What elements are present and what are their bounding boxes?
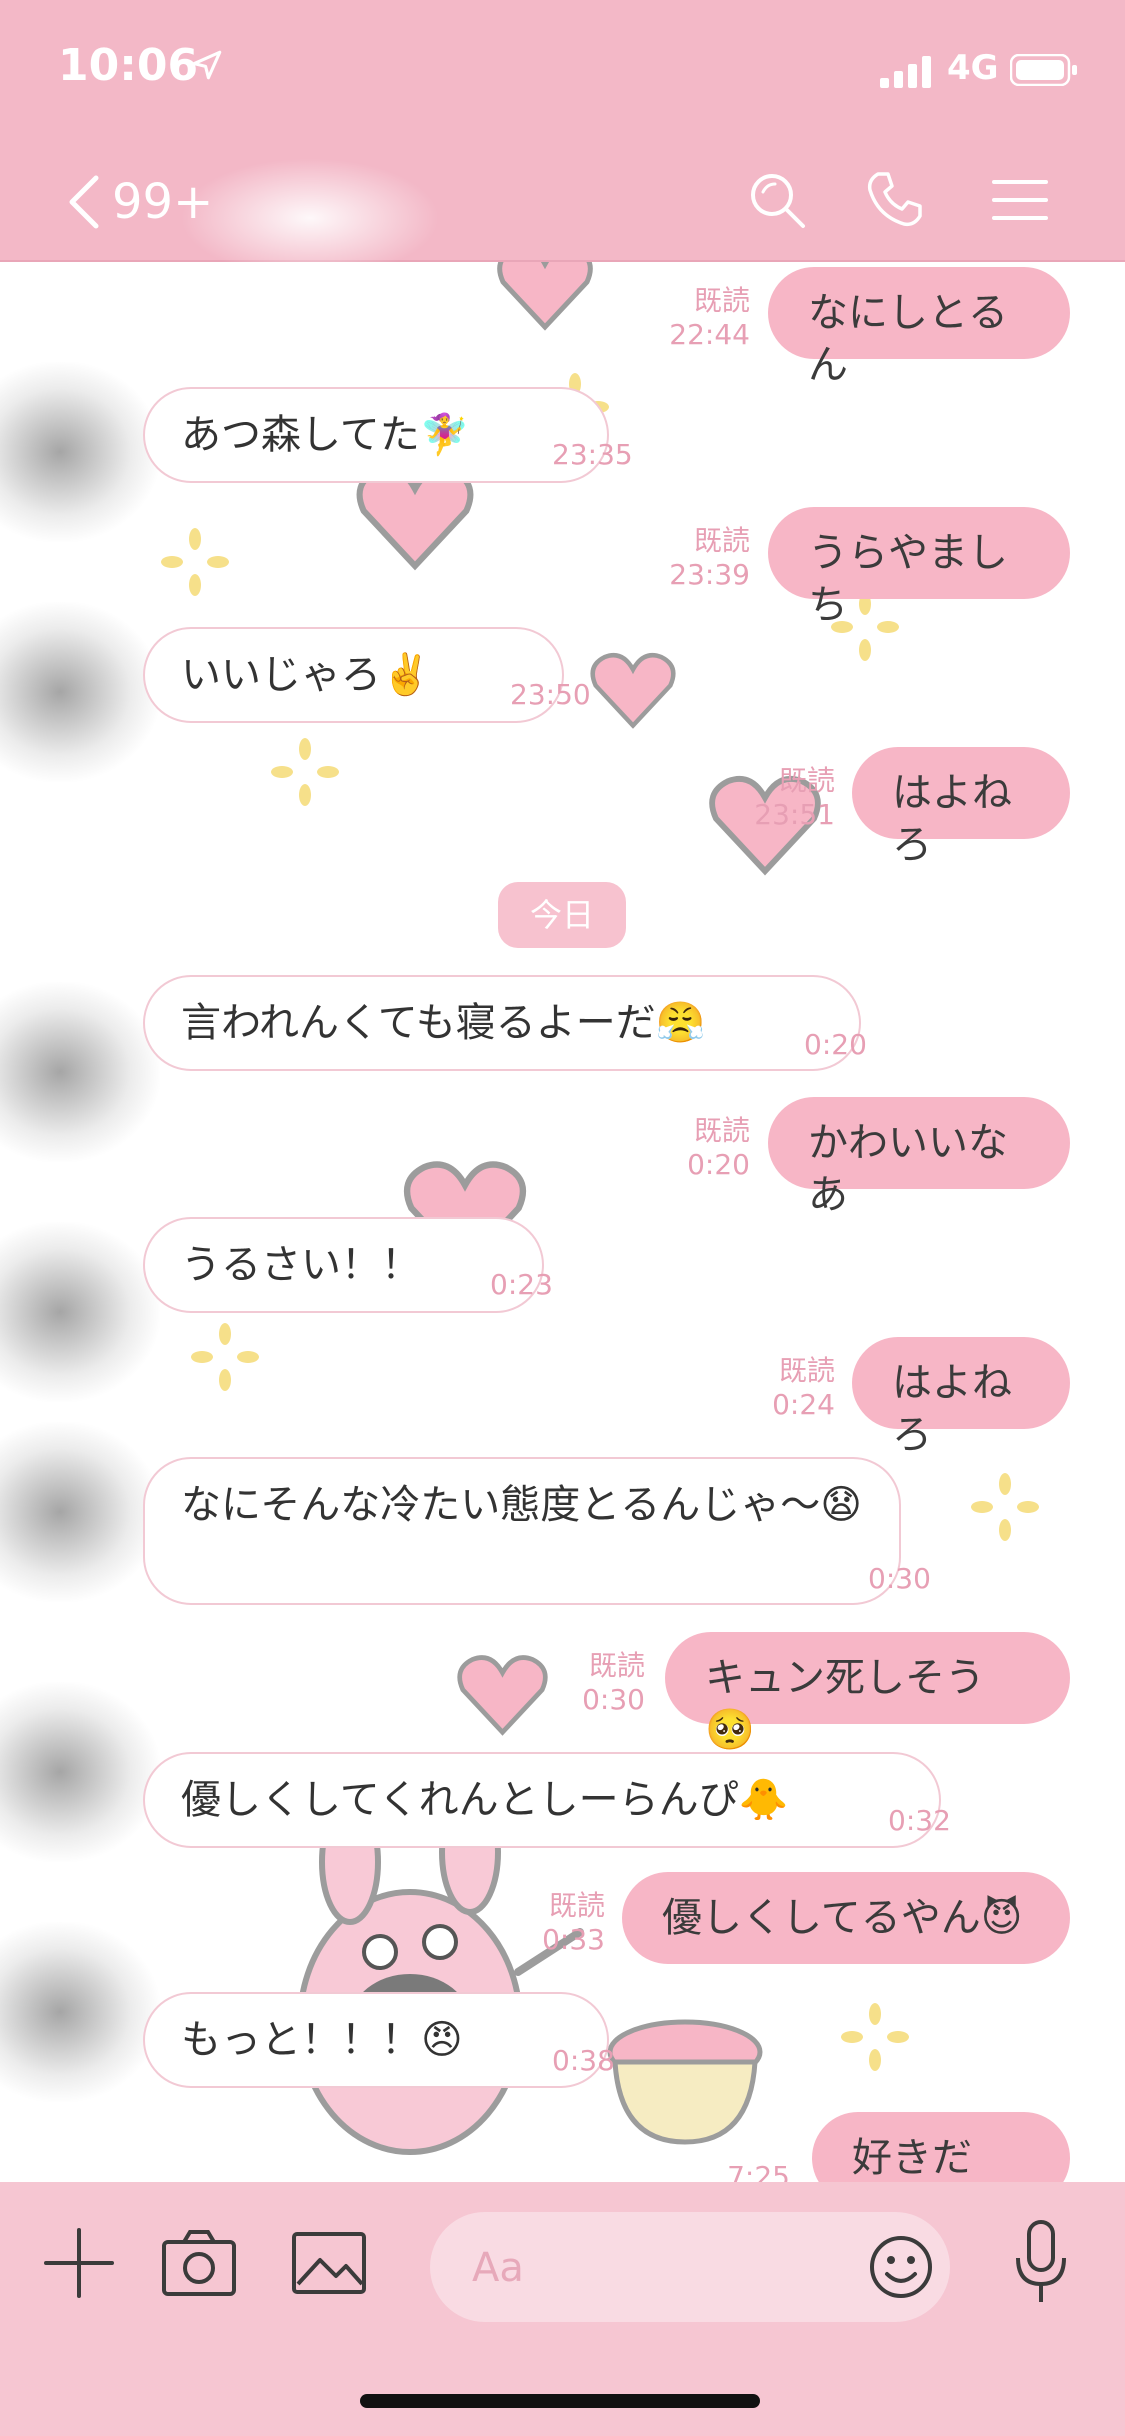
status-time: 10:06 — [58, 40, 199, 91]
message-bubble-outgoing[interactable]: かわいいなあ — [768, 1097, 1070, 1218]
signal-icon — [880, 56, 931, 88]
read-receipt: 既読 0:30 — [582, 1649, 645, 1716]
message-bubble-incoming[interactable]: 優しくしてくれんとしーらんぴ🐥 — [143, 1752, 941, 1848]
avatar[interactable] — [0, 1922, 160, 2102]
phone-icon[interactable] — [862, 168, 926, 232]
chat-area[interactable]: 既読 22:44 なにしとるん あつ森してた🧚‍♀️ 23:35 既読 23:39 … — [0, 262, 1125, 2182]
message-bubble-incoming[interactable]: いいじゃろ✌️ — [143, 627, 564, 723]
message-bubble-incoming[interactable]: もっと！！！😠 — [143, 1992, 609, 2088]
avatar[interactable] — [0, 1682, 160, 1862]
message-bubble-outgoing[interactable]: 好きだー！ — [812, 2112, 1070, 2182]
read-receipt: 既読 0:24 — [772, 1354, 835, 1421]
search-icon[interactable] — [745, 168, 809, 232]
message-bubble-outgoing[interactable]: うらやましち — [768, 507, 1070, 628]
read-receipt: 既読 23:51 — [754, 764, 835, 831]
avatar[interactable] — [0, 362, 160, 542]
message-input[interactable] — [470, 2240, 854, 2296]
message-time: 0:20 — [804, 1028, 867, 1061]
read-receipt: 既読 0:33 — [542, 1889, 605, 1956]
read-receipt: 既読 23:39 — [669, 524, 750, 591]
read-receipt: 既読 22:44 — [669, 284, 750, 351]
menu-icon[interactable] — [988, 168, 1052, 232]
heart-decoration-icon — [497, 262, 593, 331]
flower-decoration-icon — [971, 1473, 1039, 1541]
message-bubble-incoming[interactable]: なにそんな冷たい態度とるんじゃ〜😧 — [143, 1457, 901, 1605]
message-time: 0:32 — [888, 1804, 951, 1837]
message-time: 0:38 — [552, 2044, 615, 2077]
composer-bar — [0, 2182, 1125, 2436]
message-bubble-outgoing[interactable]: はよねろ — [852, 747, 1070, 868]
network-type: 4G — [947, 48, 999, 88]
message-time: 0:30 — [868, 1562, 931, 1595]
message-bubble-outgoing[interactable]: なにしとるん — [768, 267, 1070, 388]
status-bar: 10:06 4G — [0, 0, 1125, 130]
message-bubble-incoming[interactable]: うるさい！！ — [143, 1217, 544, 1313]
flower-decoration-icon — [271, 738, 339, 806]
heart-decoration-icon — [590, 653, 676, 729]
message-bubble-outgoing[interactable]: はよねろ — [852, 1337, 1070, 1458]
chat-header: 99+ — [0, 130, 1125, 278]
plus-icon[interactable] — [42, 2226, 116, 2300]
flower-decoration-icon — [191, 1323, 259, 1391]
message-input-container[interactable] — [430, 2212, 950, 2322]
image-icon[interactable] — [290, 2226, 368, 2300]
back-chevron-icon[interactable] — [62, 172, 106, 232]
message-time: 7:25 — [727, 2160, 790, 2182]
heart-pot-illustration — [607, 2019, 763, 2145]
avatar[interactable] — [0, 602, 160, 782]
message-bubble-incoming[interactable]: 言われんくても寝るよーだ😤 — [143, 975, 861, 1071]
location-arrow-icon — [192, 50, 222, 80]
message-time: 23:50 — [510, 678, 591, 711]
message-bubble-outgoing[interactable]: 優しくしてるやん😈 — [622, 1872, 1070, 1964]
emoji-icon[interactable] — [868, 2234, 934, 2300]
message-time: 23:35 — [552, 438, 633, 471]
microphone-icon[interactable] — [1010, 2218, 1072, 2308]
heart-decoration-icon — [457, 1655, 548, 1736]
message-time: 0:23 — [490, 1268, 553, 1301]
avatar[interactable] — [0, 1222, 160, 1402]
home-indicator[interactable] — [360, 2394, 760, 2408]
flower-decoration-icon — [161, 528, 229, 596]
contact-name-blurred — [180, 158, 440, 278]
flower-decoration-icon — [841, 2003, 909, 2071]
camera-icon[interactable] — [160, 2226, 238, 2300]
date-separator: 今日 — [498, 882, 626, 948]
avatar[interactable] — [0, 1422, 160, 1602]
message-bubble-outgoing[interactable]: キュン死しそう🥺 — [665, 1632, 1070, 1753]
avatar[interactable] — [0, 982, 160, 1162]
message-bubble-incoming[interactable]: あつ森してた🧚‍♀️ — [143, 387, 609, 483]
read-receipt: 既読 0:20 — [687, 1114, 750, 1181]
battery-icon — [1010, 54, 1077, 86]
